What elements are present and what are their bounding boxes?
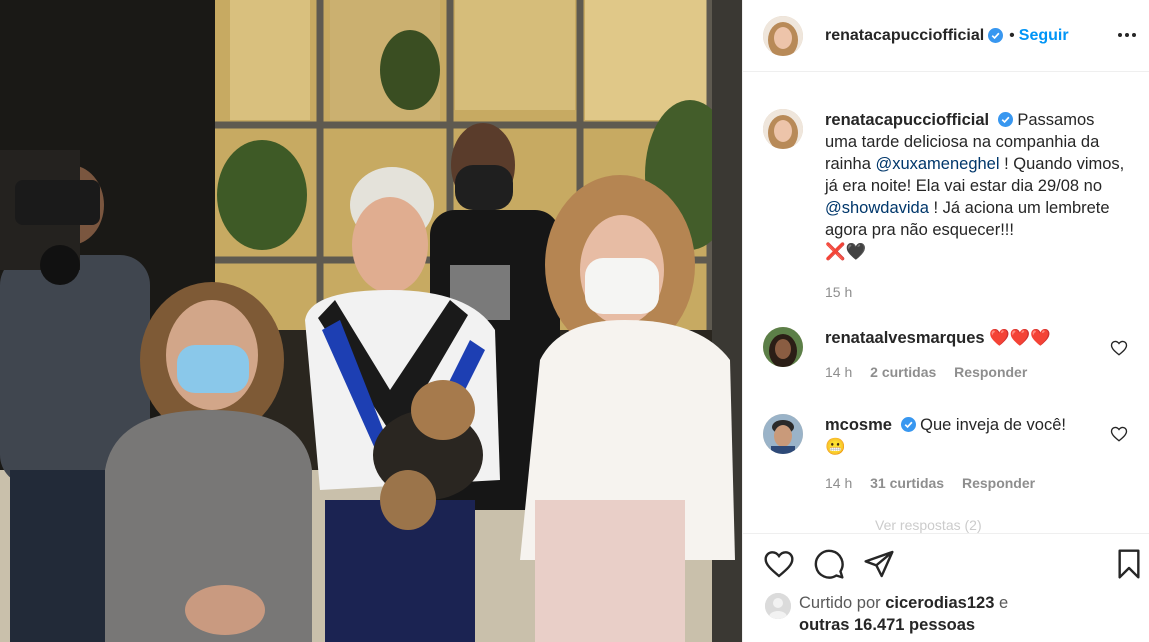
caption-body: renatacapucciofficial Passamos uma tarde… [825,109,1125,303]
post-actions: Curtido por cicerodias123 e outras 16.47… [743,533,1149,642]
comment-time[interactable]: 14 h [825,475,852,491]
comment-emoji: 😬 [825,438,846,456]
commenter-avatar[interactable] [763,414,803,454]
post-photo[interactable] [0,0,742,642]
comment: renataalvesmarques ❤️❤️❤️ 14 h 2 curtida… [763,327,1125,383]
comment-like-heart-icon[interactable] [1110,425,1128,443]
verified-badge-icon [988,28,1004,43]
comment-text: Que inveja de você! [920,416,1066,434]
caption-emoji: ❌🖤 [825,243,867,261]
liked-by-text: Curtido por cicerodias123 e outras 16.47… [799,592,1008,636]
separator-dot: • [1009,26,1015,44]
author-avatar[interactable] [763,15,803,56]
comment-meta: 14 h 31 curtidas Responder [825,472,1125,494]
ellipsis-icon[interactable] [1116,24,1138,46]
comments-list[interactable]: renatacapucciofficial Passamos uma tarde… [743,73,1149,533]
comment-time[interactable]: 14 h [825,364,852,380]
post-header: renatacapucciofficial • Seguir [743,0,1149,72]
comment-body: renataalvesmarques ❤️❤️❤️ 14 h 2 curtida… [825,327,1125,383]
comment-likes[interactable]: 2 curtidas [870,364,936,380]
liked-by-prefix: Curtido por [799,594,886,612]
mention-link[interactable]: @showdavida [825,199,929,217]
caption: renatacapucciofficial Passamos uma tarde… [763,109,1125,303]
liked-by: Curtido por cicerodias123 e outras 16.47… [765,592,1008,636]
heart-icon[interactable] [763,548,795,580]
reply-button[interactable]: Responder [954,364,1027,380]
comment: mcosme Que inveja de você! 😬 14 h 31 cur… [763,414,1125,494]
paper-plane-icon[interactable] [863,548,895,580]
verified-badge-icon [900,417,916,432]
post-side-panel: renatacapucciofficial • Seguir renatacap… [742,0,1149,642]
author-username[interactable]: renatacapucciofficial [825,27,984,45]
comment-username[interactable]: renataalvesmarques [825,329,985,347]
comment-likes[interactable]: 31 curtidas [870,475,944,491]
comment-meta: 14 h 2 curtidas Responder [825,361,1125,383]
liker-username[interactable]: cicerodias123 [885,594,994,612]
commenter-avatar[interactable] [763,327,803,367]
post-image [0,0,742,642]
comment-username[interactable]: mcosme [825,416,892,434]
caption-avatar[interactable] [763,109,803,149]
likes-count[interactable]: outras 16.471 pessoas [799,616,975,634]
liker-avatar[interactable] [765,593,791,619]
follow-button[interactable]: Seguir [1019,27,1069,45]
liked-by-mid: e [994,594,1009,612]
comment-body: mcosme Que inveja de você! 😬 14 h 31 cur… [825,414,1125,494]
mention-link[interactable]: @xuxameneghel [875,155,999,173]
verified-badge-icon [997,112,1013,127]
comment-text: ❤️❤️❤️ [989,329,1051,347]
caption-time[interactable]: 15 h [825,284,852,300]
view-replies-link[interactable]: Ver respostas (2) [875,517,982,533]
reply-button[interactable]: Responder [962,475,1035,491]
caption-username[interactable]: renatacapucciofficial [825,111,989,129]
comment-icon[interactable] [813,548,845,580]
bookmark-icon[interactable] [1113,548,1145,580]
caption-meta: 15 h [825,281,1125,303]
comment-like-heart-icon[interactable] [1110,339,1128,357]
